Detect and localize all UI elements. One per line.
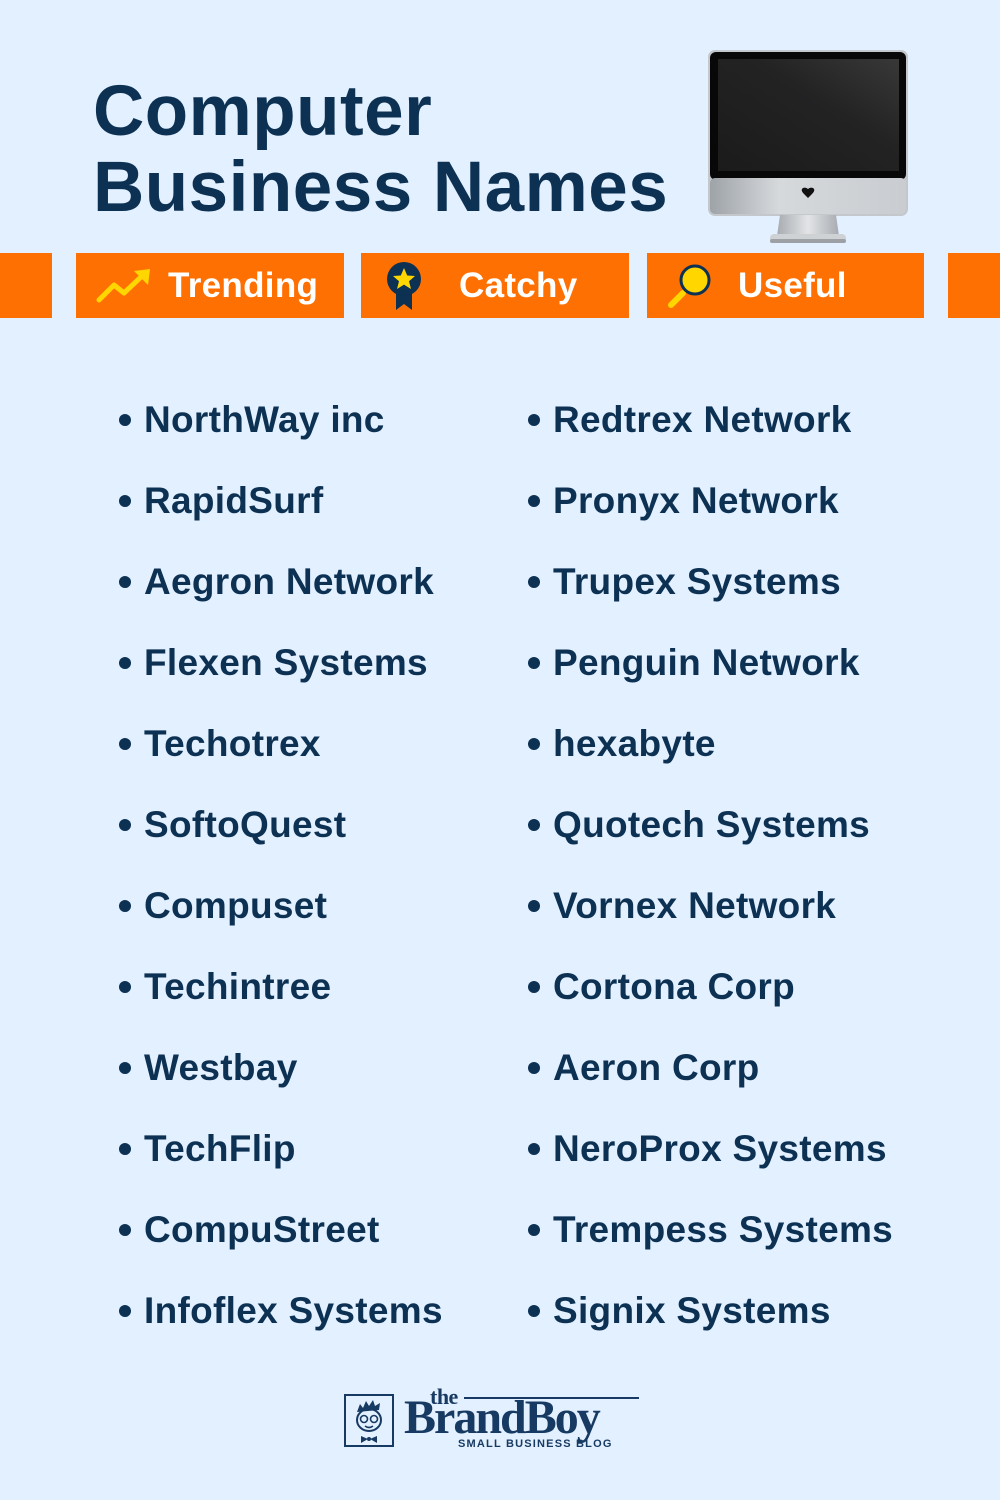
bullet — [119, 1224, 131, 1236]
list-item: Pronyx Network — [516, 473, 893, 554]
business-name: Flexen Systems — [144, 642, 428, 683]
bullet — [119, 657, 131, 669]
magnifying-glass-icon — [667, 263, 713, 309]
list-item: Aegron Network — [107, 554, 443, 635]
tag-trending[interactable]: Trending — [76, 253, 344, 318]
bullet — [528, 819, 540, 831]
bullet — [528, 738, 540, 750]
list-item: Westbay — [107, 1040, 443, 1121]
bullet — [119, 738, 131, 750]
bullet — [528, 1224, 540, 1236]
business-name: CompuStreet — [144, 1209, 380, 1250]
list-item: RapidSurf — [107, 473, 443, 554]
list-item: Flexen Systems — [107, 635, 443, 716]
list-item: TechFlip — [107, 1121, 443, 1202]
list-item: Cortona Corp — [516, 959, 893, 1040]
logo-brand: BrandBoy — [404, 1391, 601, 1444]
tag-useful[interactable]: Useful — [647, 253, 924, 318]
tag-bar-left-end — [0, 253, 52, 318]
page-title: Computer Business Names — [93, 74, 668, 226]
names-list-left: NorthWay inc RapidSurf Aegron Network Fl… — [107, 392, 443, 1364]
brand-logo[interactable]: the BrandBoy SMALL BUSINESS BLOG — [344, 1384, 644, 1454]
business-name: NeroProx Systems — [553, 1128, 887, 1169]
bullet — [528, 1062, 540, 1074]
bullet — [119, 576, 131, 588]
business-name: Trempess Systems — [553, 1209, 894, 1250]
bullet — [119, 819, 131, 831]
business-name: Infoflex Systems — [144, 1290, 443, 1331]
list-item: Techintree — [107, 959, 443, 1040]
bullet — [528, 495, 540, 507]
mascot-boy-icon — [356, 1400, 382, 1443]
bullet — [119, 1305, 131, 1317]
bullet — [528, 576, 540, 588]
bullet — [119, 414, 131, 426]
bullet — [119, 1062, 131, 1074]
bullet — [528, 1143, 540, 1155]
list-item: Vornex Network — [516, 878, 893, 959]
business-name: TechFlip — [144, 1128, 296, 1169]
list-item: Techotrex — [107, 716, 443, 797]
business-name: Signix Systems — [553, 1290, 831, 1331]
logo-tagline: SMALL BUSINESS BLOG — [458, 1438, 613, 1450]
bullet — [119, 495, 131, 507]
business-name: Pronyx Network — [553, 480, 839, 521]
list-item: NeroProx Systems — [516, 1121, 893, 1202]
business-name: Westbay — [144, 1047, 298, 1088]
title-line-1: Computer — [93, 72, 433, 151]
bullet — [119, 900, 131, 912]
monitor-icon — [708, 50, 908, 243]
bullet — [119, 981, 131, 993]
list-item: Signix Systems — [516, 1283, 893, 1364]
business-name: Penguin Network — [553, 642, 860, 683]
tag-useful-label: Useful — [738, 265, 847, 305]
list-item: Aeron Corp — [516, 1040, 893, 1121]
business-name: hexabyte — [553, 723, 716, 764]
business-name: Techotrex — [144, 723, 321, 764]
tag-catchy-label: Catchy — [459, 265, 578, 305]
business-name: RapidSurf — [144, 480, 324, 521]
mascot-badge — [344, 1394, 394, 1447]
list-item: CompuStreet — [107, 1202, 443, 1283]
title-line-2: Business Names — [93, 148, 669, 227]
business-name: NorthWay inc — [144, 399, 385, 440]
business-name: Redtrex Network — [553, 399, 852, 440]
list-item: NorthWay inc — [107, 392, 443, 473]
trending-up-arrow-icon — [96, 266, 152, 306]
business-name: Quotech Systems — [553, 804, 871, 845]
list-item: SoftoQuest — [107, 797, 443, 878]
bullet — [119, 1143, 131, 1155]
business-name: SoftoQuest — [144, 804, 347, 845]
list-item: Redtrex Network — [516, 392, 893, 473]
business-name: Aegron Network — [144, 561, 434, 602]
bullet — [528, 657, 540, 669]
list-item: Trupex Systems — [516, 554, 893, 635]
list-item: hexabyte — [516, 716, 893, 797]
bullet — [528, 981, 540, 993]
list-item: Infoflex Systems — [107, 1283, 443, 1364]
list-item: Trempess Systems — [516, 1202, 893, 1283]
list-item: Quotech Systems — [516, 797, 893, 878]
list-item: Penguin Network — [516, 635, 893, 716]
business-name: Compuset — [144, 885, 328, 926]
bullet — [528, 900, 540, 912]
business-name: Techintree — [144, 966, 332, 1007]
bullet — [528, 414, 540, 426]
business-name: Vornex Network — [553, 885, 837, 926]
tag-catchy[interactable]: Catchy — [361, 253, 629, 318]
list-item: Compuset — [107, 878, 443, 959]
business-name: Cortona Corp — [553, 966, 796, 1007]
bullet — [528, 1305, 540, 1317]
names-list-right: Redtrex Network Pronyx Network Trupex Sy… — [516, 392, 893, 1364]
tag-trending-label: Trending — [168, 265, 319, 305]
award-ribbon-star-icon — [383, 260, 425, 312]
business-name: Trupex Systems — [553, 561, 842, 602]
business-name: Aeron Corp — [553, 1047, 760, 1088]
tag-bar-right-end — [948, 253, 1000, 318]
